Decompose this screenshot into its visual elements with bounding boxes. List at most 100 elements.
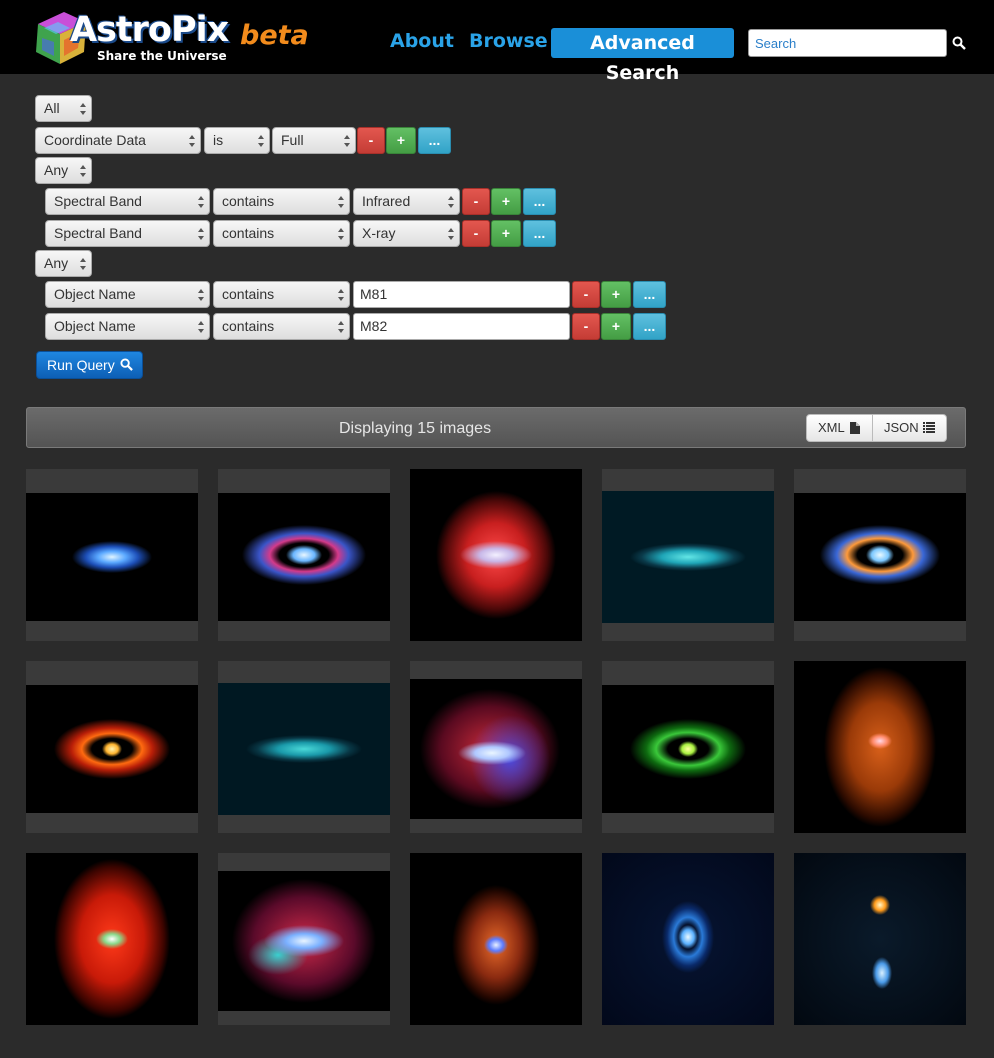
add-rule-button[interactable]: + [601,281,631,308]
rule-field-select[interactable]: Object Name [45,281,210,308]
rule-operator-select[interactable]: contains [213,313,350,340]
add-rule-button[interactable]: + [491,220,521,247]
group-combinator-select[interactable]: Any [35,157,92,184]
file-icon [850,422,860,434]
remove-rule-button[interactable]: - [462,220,490,247]
select-arrows-icon [338,228,344,240]
rule-value-input[interactable]: M82 [353,313,570,340]
remove-rule-button[interactable]: - [462,188,490,215]
rule-field-select[interactable]: Spectral Band [45,220,210,247]
select-value: contains [222,225,275,241]
galaxy-image [218,493,390,621]
image-thumbnail[interactable] [602,469,774,641]
image-thumbnail[interactable] [794,661,966,833]
top-navbar: AstroPix beta Share the Universe About B… [0,0,994,84]
select-value: Any [44,255,69,271]
search-input[interactable] [748,29,947,57]
logo-beta-label: beta [240,20,309,51]
select-value: Coordinate Data [44,132,146,148]
rule-options-button[interactable]: ... [523,188,556,215]
select-value: contains [222,318,275,334]
galaxy-image [26,493,198,621]
image-thumbnail[interactable] [410,469,582,641]
export-xml-button[interactable]: XML [806,414,873,442]
select-arrows-icon [338,196,344,208]
galaxy-image [794,661,966,833]
galaxy-image [26,685,198,813]
add-rule-button[interactable]: + [491,188,521,215]
rule-operator-select[interactable]: contains [213,281,350,308]
list-icon [923,422,935,433]
galaxy-image [602,685,774,813]
top-group-combinator-select[interactable]: All [35,95,92,122]
rule-operator-select[interactable]: contains [213,188,350,215]
group-combinator-select[interactable]: Any [35,250,92,277]
nav-about-link[interactable]: About [390,30,454,52]
rule-value-select[interactable]: Infrared [353,188,460,215]
rule-value-input[interactable]: M81 [353,281,570,308]
image-thumbnail[interactable] [602,661,774,833]
rule-options-button[interactable]: ... [633,281,666,308]
image-thumbnail[interactable] [794,469,966,641]
run-query-button[interactable]: Run Query [36,351,143,379]
rule-field-select[interactable]: Object Name [45,313,210,340]
rule-options-button[interactable]: ... [523,220,556,247]
galaxy-image [26,853,198,1025]
select-arrows-icon [198,196,204,208]
select-arrows-icon [448,196,454,208]
search-icon[interactable] [952,36,966,50]
select-arrows-icon [80,103,86,115]
select-arrows-icon [198,321,204,333]
rule-options-button[interactable]: ... [418,127,451,154]
galaxy-image [602,491,774,623]
select-value: X-ray [362,225,396,241]
select-value: Full [281,132,304,148]
add-rule-button[interactable]: + [601,313,631,340]
rule-value-select[interactable]: X-ray [353,220,460,247]
nav-browse-link[interactable]: Browse [469,30,548,52]
image-thumbnail[interactable] [794,853,966,1025]
galaxy-image [410,679,582,819]
select-value: Object Name [54,318,136,334]
galaxy-image [410,853,582,1025]
rule-value-select[interactable]: Full [272,127,356,154]
select-value: Spectral Band [54,225,142,241]
results-count-text: Displaying 15 images [339,420,492,437]
select-arrows-icon [189,135,195,147]
select-arrows-icon [80,165,86,177]
image-thumbnail[interactable] [218,469,390,641]
galaxy-image [410,469,582,641]
select-value: Any [44,162,69,178]
select-value: Infrared [362,193,411,209]
export-json-label: JSON [884,420,919,435]
select-arrows-icon [198,289,204,301]
remove-rule-button[interactable]: - [572,313,600,340]
galaxy-image [794,853,966,1025]
run-query-label: Run Query [47,357,115,373]
logo-text[interactable]: AstroPix [70,10,229,50]
image-thumbnail[interactable] [602,853,774,1025]
nav-advanced-search-link[interactable]: Advanced Search [551,28,734,84]
select-value: Object Name [54,286,136,302]
add-rule-button[interactable]: + [386,127,416,154]
rule-field-select[interactable]: Coordinate Data [35,127,201,154]
select-value: is [213,132,224,148]
export-json-button[interactable]: JSON [872,414,947,442]
logo-tagline: Share the Universe [97,49,227,63]
image-thumbnail[interactable] [26,469,198,641]
export-xml-label: XML [818,420,845,435]
rule-operator-select[interactable]: is [204,127,270,154]
select-arrows-icon [258,135,264,147]
rule-field-select[interactable]: Spectral Band [45,188,210,215]
image-thumbnail[interactable] [410,661,582,833]
rule-options-button[interactable]: ... [633,313,666,340]
image-thumbnail[interactable] [218,661,390,833]
image-thumbnail[interactable] [218,853,390,1025]
image-thumbnail[interactable] [410,853,582,1025]
image-thumbnail[interactable] [26,853,198,1025]
image-thumbnail[interactable] [26,661,198,833]
rule-operator-select[interactable]: contains [213,220,350,247]
remove-rule-button[interactable]: - [572,281,600,308]
remove-rule-button[interactable]: - [357,127,385,154]
select-value: contains [222,193,275,209]
